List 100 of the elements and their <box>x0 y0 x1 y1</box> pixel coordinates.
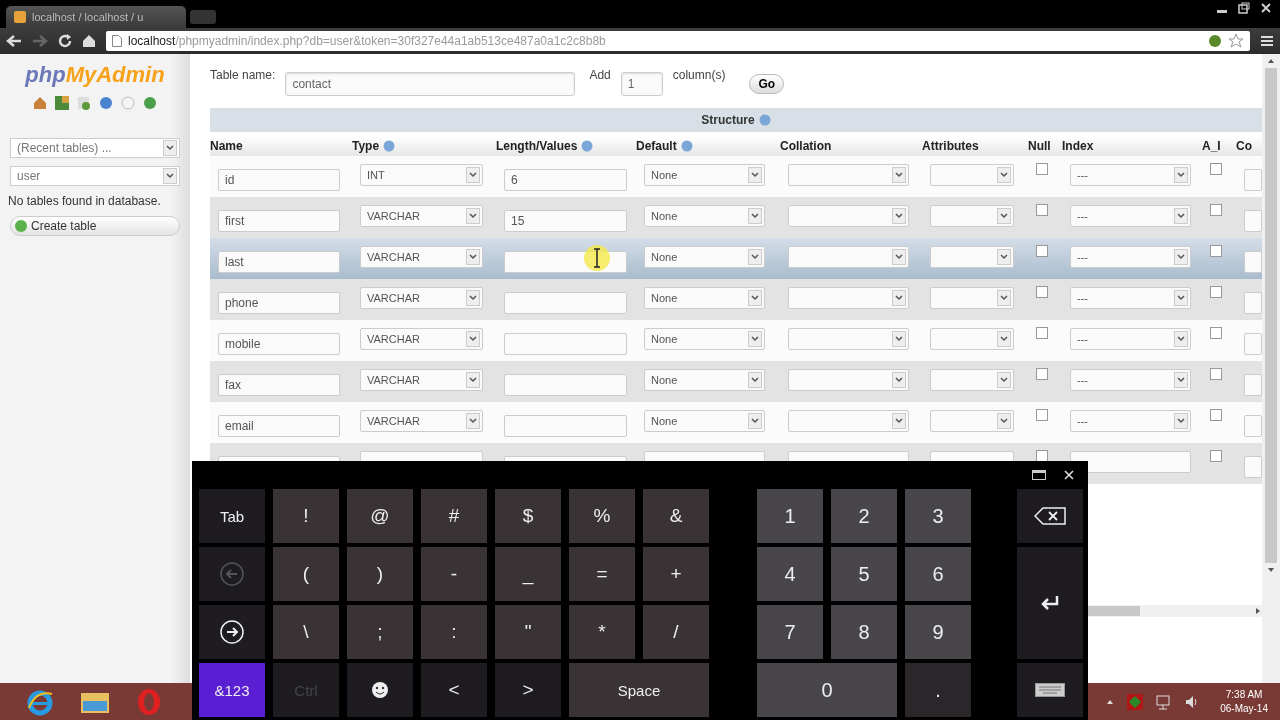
length-field[interactable] <box>504 414 627 437</box>
name-field[interactable]: id <box>218 168 340 191</box>
comment-field[interactable] <box>1244 168 1262 191</box>
dock-icon[interactable] <box>1032 470 1046 480</box>
null-checkbox[interactable] <box>1036 326 1048 339</box>
key[interactable]: % <box>569 489 635 543</box>
key[interactable]: * <box>569 605 635 659</box>
database-select[interactable]: user <box>10 166 180 186</box>
reload-icon[interactable] <box>58 34 72 48</box>
name-field[interactable]: phone <box>218 291 340 314</box>
column-row[interactable]: phone VARCHAR None --- <box>210 279 1262 320</box>
default-select[interactable]: None <box>644 327 765 350</box>
key[interactable]: > <box>495 663 561 717</box>
key[interactable]: $ <box>495 489 561 543</box>
go-button[interactable]: Go <box>749 74 785 94</box>
comment-field[interactable] <box>1244 414 1262 437</box>
help-icon[interactable] <box>383 140 396 152</box>
null-checkbox[interactable] <box>1036 285 1048 298</box>
key[interactable]: 5 <box>831 547 897 601</box>
comment-field[interactable] <box>1244 373 1262 396</box>
default-select[interactable]: None <box>644 163 765 186</box>
key[interactable]: Tab <box>199 489 265 543</box>
flag-icon[interactable] <box>1126 692 1145 711</box>
auto-increment-checkbox[interactable] <box>1210 244 1222 257</box>
key[interactable]: _ <box>495 547 561 601</box>
restore-icon[interactable] <box>1238 2 1250 14</box>
help-icon[interactable] <box>680 140 693 152</box>
key[interactable]: - <box>421 547 487 601</box>
collation-select[interactable] <box>788 368 909 391</box>
type-select[interactable]: VARCHAR <box>360 409 483 432</box>
comment-field[interactable] <box>1244 291 1262 314</box>
type-select[interactable]: INT <box>360 163 483 186</box>
forward-icon[interactable] <box>32 34 48 48</box>
help-icon[interactable] <box>581 140 594 152</box>
up-arrow-icon[interactable] <box>1106 698 1115 705</box>
key[interactable]: < <box>421 663 487 717</box>
auto-increment-checkbox[interactable] <box>1210 285 1222 298</box>
key[interactable]: 6 <box>905 547 971 601</box>
null-checkbox[interactable] <box>1036 203 1048 216</box>
name-field[interactable]: fax <box>218 373 340 396</box>
null-checkbox[interactable] <box>1036 449 1048 462</box>
key[interactable]: . <box>905 663 971 717</box>
key[interactable]: = <box>569 547 635 601</box>
key[interactable]: 4 <box>757 547 823 601</box>
key[interactable]: \ <box>273 605 339 659</box>
attributes-select[interactable] <box>930 204 1014 227</box>
address-bar[interactable]: localhost/phpmyadmin/index.php?db=user&token=30f327e44a1ab513ce487a0a1c2c8b8b <box>106 31 1250 51</box>
network-icon[interactable] <box>1156 693 1173 710</box>
name-field[interactable]: last <box>218 250 340 273</box>
type-select[interactable]: VARCHAR <box>360 327 483 350</box>
refresh-icon[interactable] <box>143 96 157 110</box>
auto-increment-checkbox[interactable] <box>1210 326 1222 339</box>
attributes-select[interactable] <box>930 245 1014 268</box>
circle-icon[interactable] <box>121 96 135 110</box>
default-select[interactable]: None <box>644 204 765 227</box>
key[interactable]: 0 <box>757 663 897 717</box>
table-name-field[interactable]: contact <box>285 72 576 96</box>
index-select[interactable]: --- <box>1070 204 1191 227</box>
index-select[interactable]: --- <box>1070 286 1191 309</box>
name-field[interactable]: mobile <box>218 332 340 355</box>
page-icon[interactable] <box>77 96 91 110</box>
comment-field[interactable] <box>1244 250 1262 273</box>
auto-increment-checkbox[interactable] <box>1210 449 1222 462</box>
menu-icon[interactable] <box>1260 35 1274 47</box>
column-row[interactable]: last VARCHAR None --- <box>210 238 1262 279</box>
up-arrow-icon[interactable] <box>1267 58 1275 64</box>
name-field[interactable]: first <box>218 209 340 232</box>
collation-select[interactable] <box>788 286 909 309</box>
key[interactable]: 3 <box>905 489 971 543</box>
key[interactable]: + <box>643 547 709 601</box>
null-checkbox[interactable] <box>1036 162 1048 175</box>
default-select[interactable]: None <box>644 409 765 432</box>
collation-select[interactable] <box>788 409 909 432</box>
close-icon[interactable] <box>1064 470 1074 480</box>
help-icon[interactable] <box>99 96 113 110</box>
type-select[interactable]: VARCHAR <box>360 286 483 309</box>
length-field[interactable] <box>504 332 627 355</box>
key[interactable]: ( <box>273 547 339 601</box>
help-icon[interactable] <box>758 114 771 126</box>
key[interactable]: 9 <box>905 605 971 659</box>
null-checkbox[interactable] <box>1036 367 1048 380</box>
index-select[interactable]: --- <box>1070 163 1191 186</box>
right-arrow-icon[interactable] <box>1254 607 1262 615</box>
auto-increment-checkbox[interactable] <box>1210 203 1222 216</box>
index-select[interactable] <box>1070 450 1191 473</box>
length-field[interactable] <box>504 291 627 314</box>
key[interactable]: @ <box>347 489 413 543</box>
comment-field[interactable] <box>1244 455 1262 478</box>
index-select[interactable]: --- <box>1070 327 1191 350</box>
opera-icon[interactable] <box>136 687 162 716</box>
key[interactable]: & <box>643 489 709 543</box>
attributes-select[interactable] <box>930 409 1014 432</box>
forward-key[interactable] <box>199 605 265 659</box>
star-icon[interactable] <box>1228 33 1244 49</box>
attributes-select[interactable] <box>930 163 1014 186</box>
column-row[interactable]: email VARCHAR None --- <box>210 402 1262 443</box>
default-select[interactable]: None <box>644 245 765 268</box>
column-row[interactable]: mobile VARCHAR None --- <box>210 320 1262 361</box>
index-select[interactable]: --- <box>1070 409 1191 432</box>
default-select[interactable]: None <box>644 286 765 309</box>
